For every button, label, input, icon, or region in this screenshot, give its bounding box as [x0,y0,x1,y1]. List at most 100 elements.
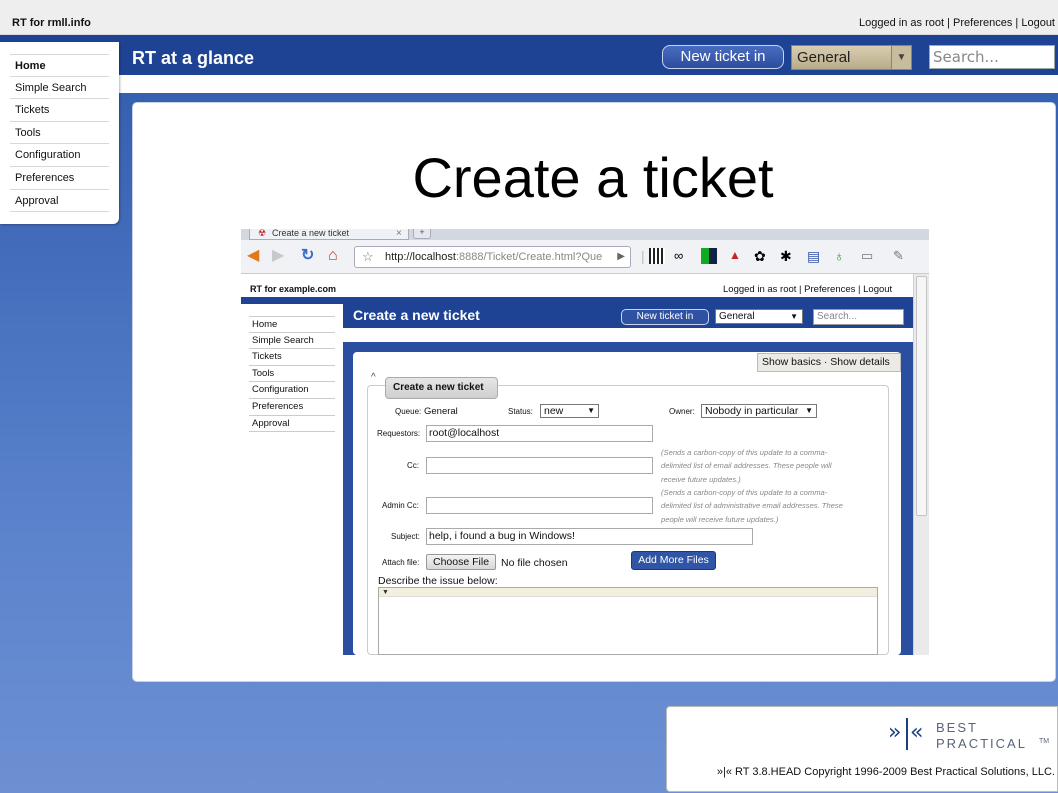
logged-in-text: Logged in as root [859,17,945,29]
preferences-link[interactable]: Preferences [953,17,1012,29]
search-input[interactable]: Search... [929,45,1055,69]
new-ticket-button[interactable]: New ticket in [662,45,784,69]
leaf-icon[interactable]: ♁ [834,248,850,264]
inner-user-bar[interactable]: Logged in as root | Preferences | Logout [723,284,892,295]
site-name: RT for rmll.info [12,17,91,29]
queue-select[interactable]: General ▼ [791,45,912,70]
badge-icon[interactable]: ▲ [729,248,745,264]
user-bar: Logged in as root | Preferences | Logout [859,17,1055,29]
chevron-down-icon: ▼ [790,312,798,321]
separator: | [944,17,954,29]
puzzle-icon[interactable]: ✱ [780,248,796,264]
reload-icon[interactable]: ↻ [301,248,314,264]
queue-value: General [424,406,458,417]
scrollbar-thumb[interactable] [916,276,927,516]
inner-sidebar-item-preferences[interactable]: Preferences [249,399,335,416]
cc-hint-line: receive future updates.) [661,474,741,484]
wrench-icon[interactable]: ✎ [893,248,909,264]
forward-icon[interactable]: ▶ [272,248,284,264]
editor-menu-icon[interactable]: ▼ [382,589,389,596]
chevron-down-icon: ▼ [891,46,911,69]
chevron-down-icon: ▼ [587,406,595,415]
logo-text-best: BEST [936,720,978,735]
inner-sidebar-item-tickets[interactable]: Tickets [249,349,335,366]
new-tab-icon[interactable]: + [413,229,431,239]
owner-select[interactable]: Nobody in particular ▼ [701,404,817,418]
mask-icon[interactable]: ∞ [674,248,690,264]
chevron-down-icon: ▼ [805,406,813,415]
sidebar-item-simple-search[interactable]: Simple Search [10,77,109,100]
browser-tab-bar: ☢ Create a new ticket × + [241,229,929,240]
admin-cc-hint-line: delimited list of administrative email a… [661,501,843,511]
back-icon[interactable]: ◀ [247,248,259,264]
logout-link[interactable]: Logout [1021,17,1055,29]
browser-toolbar: ◀ ▶ ↻ ⌂ ☆ http://localhost:8888/Ticket/C… [241,240,929,274]
separator-icon: | [641,248,645,264]
queue-select-value: General [797,49,851,66]
star-icon[interactable]: ☆ [362,247,374,267]
subject-input[interactable]: help, i found a bug in Windows! [426,528,753,545]
browser-tab-title: Create a new ticket [272,229,350,238]
sidebar-item-home[interactable]: Home [10,54,109,77]
gear-icon[interactable]: ✿ [754,248,770,264]
browser-scrollbar[interactable] [913,274,929,655]
blocks-icon[interactable] [701,248,717,264]
collapse-icon[interactable]: ^ [371,372,376,383]
logo-bar [906,718,908,750]
home-icon[interactable]: ⌂ [328,248,338,264]
inner-search-input[interactable]: Search... [813,309,904,325]
logo-text-practical: PRACTICAL [936,736,1027,751]
queue-label: Queue: [395,407,422,416]
cc-input[interactable] [426,457,653,474]
inner-sidebar-item-configuration[interactable]: Configuration [249,382,335,399]
owner-label: Owner: [669,407,695,416]
show-basics-details-bar[interactable]: Show basics · Show details [757,353,901,372]
inner-queue-value: General [719,311,755,322]
cc-hint: (Sends a carbon-copy of this update to a… [661,446,873,486]
admin-cc-hint-line: (Sends a carbon-copy of this update to a… [661,488,828,497]
cc-label: Cc: [407,461,419,470]
inner-page-title: Create a new ticket [353,307,480,323]
page-menu-icon[interactable]: ▭ [861,248,877,264]
separator: | [1012,17,1022,29]
inner-sidebar-item-simple-search[interactable]: Simple Search [249,333,335,350]
admin-cc-input[interactable] [426,497,653,514]
admin-cc-label: Admin Cc: [382,501,419,510]
inner-sidebar-item-home[interactable]: Home [249,316,335,333]
describe-issue-label: Describe the issue below: [378,575,498,587]
list-icon[interactable]: ▤ [807,248,823,264]
requestors-input[interactable]: root@localhost [426,425,653,442]
description-editor[interactable]: ▼ [378,587,878,655]
embedded-screenshot: ☢ Create a new ticket × + ◀ ▶ ↻ ⌂ ☆ http… [241,229,929,655]
admin-cc-hint: (Sends a carbon-copy of this update to a… [661,486,873,526]
no-file-text: No file chosen [501,557,568,569]
logo-mark-icon: » [888,720,902,745]
url-bar[interactable]: ☆ http://localhost:8888/Ticket/Create.ht… [354,246,631,268]
inner-sidebar-item-tools[interactable]: Tools [249,366,335,383]
go-icon[interactable]: ▶ [617,247,625,267]
best-practical-logo: » « BEST PRACTICAL TM [888,716,1058,756]
inner-header-strip [343,328,913,342]
inner-sidebar: Home Simple Search Tickets Tools Configu… [241,304,343,440]
attach-file-label: Attach file: [382,558,420,567]
qr-code-icon[interactable] [649,248,665,264]
page-title: RT at a glance [132,48,255,68]
cc-hint-line: delimited list of email addresses. These… [661,461,832,471]
logo-trademark: TM [1039,738,1050,745]
choose-file-button[interactable]: Choose File [426,554,497,570]
inner-new-ticket-button[interactable]: New ticket in [621,309,709,325]
browser-tab[interactable]: ☢ Create a new ticket × [249,229,409,240]
sidebar-item-tickets[interactable]: Tickets [10,99,109,122]
cc-hint-line: (Sends a carbon-copy of this update to a… [661,448,828,457]
inner-sidebar-item-approval[interactable]: Approval [249,416,335,433]
editor-toolbar: ▼ [379,588,877,597]
url-host: http://localhost [385,251,456,263]
inner-queue-select[interactable]: General ▼ [715,309,803,324]
header-strip [119,75,1058,93]
owner-value: Nobody in particular [705,405,799,417]
sidebar-item-tools[interactable]: Tools [10,122,109,145]
add-more-files-button[interactable]: Add More Files [631,551,716,570]
url-path: :8888/Ticket/Create.html?Que [455,251,603,263]
status-select[interactable]: new ▼ [540,404,599,418]
slide-title: Create a ticket [412,146,774,209]
